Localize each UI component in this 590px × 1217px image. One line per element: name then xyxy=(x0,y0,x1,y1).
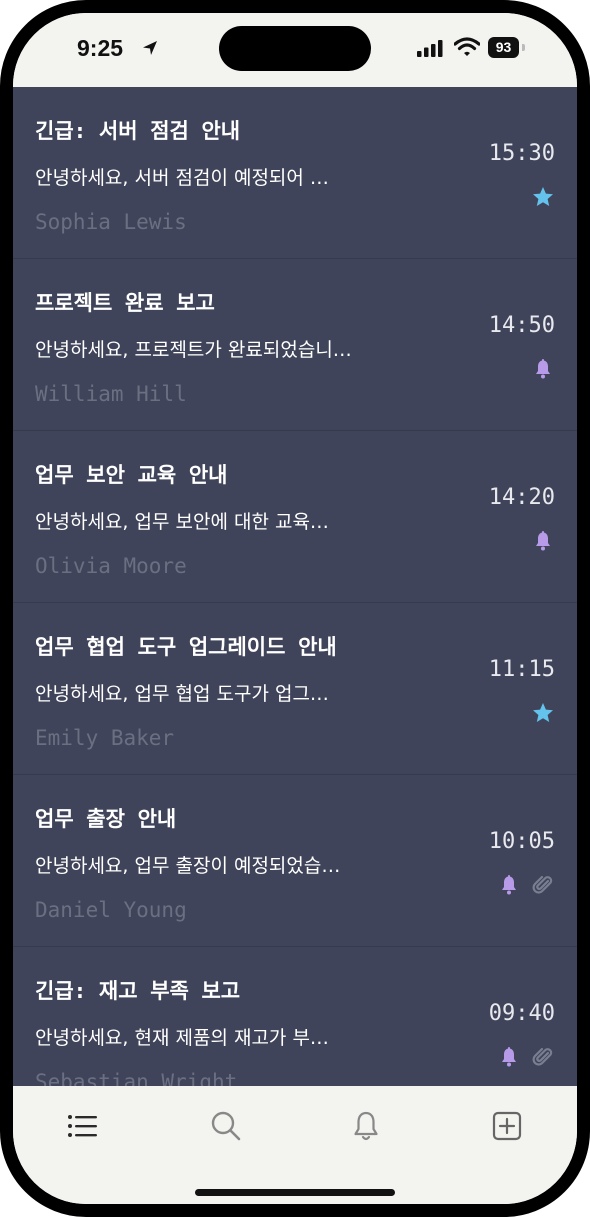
location-arrow-icon xyxy=(143,41,157,55)
tab-bar xyxy=(13,1086,577,1204)
cellular-signal-icon xyxy=(417,40,443,57)
email-subject: 긴급: 재고 부족 보고 xyxy=(35,979,241,1003)
paperclip-icon[interactable] xyxy=(531,1045,555,1069)
email-time: 14:20 xyxy=(488,485,555,510)
status-time: 9:25 xyxy=(77,35,124,61)
wifi-icon xyxy=(454,37,480,56)
email-preview: 안녕하세요, 서버 점검이 예정되어 … xyxy=(35,167,329,189)
email-status-icons xyxy=(497,1045,555,1069)
dynamic-island xyxy=(219,26,371,71)
email-sender: Daniel Young xyxy=(35,898,187,922)
email-row[interactable]: 긴급: 서버 점검 안내 안녕하세요, 서버 점검이 예정되어 … Sophia… xyxy=(13,87,577,259)
email-row[interactable]: 프로젝트 완료 보고 안녕하세요, 프로젝트가 완료되었습니… William … xyxy=(13,259,577,431)
email-status-icons xyxy=(531,701,555,725)
email-subject: 프로젝트 완료 보고 xyxy=(35,291,215,315)
battery-tip xyxy=(522,44,525,51)
bell-icon[interactable] xyxy=(531,529,555,553)
email-subject: 업무 보안 교육 안내 xyxy=(35,463,228,487)
email-sender: William Hill xyxy=(35,382,187,406)
email-row[interactable]: 업무 출장 안내 안녕하세요, 업무 출장이 예정되었습… Daniel You… xyxy=(13,775,577,947)
phone-frame: 9:25 93 긴급: 서버 점검 안내 안녕하세요, 서버 점검이 예정되어 … xyxy=(0,0,590,1217)
email-time: 10:05 xyxy=(488,829,555,854)
bell-icon[interactable] xyxy=(497,873,521,897)
email-subject: 업무 출장 안내 xyxy=(35,807,177,831)
email-subject: 긴급: 서버 점검 안내 xyxy=(35,119,241,143)
battery-indicator: 93 xyxy=(488,37,519,58)
email-time: 11:15 xyxy=(488,657,555,682)
email-sender: Sebastian Wright xyxy=(35,1070,238,1086)
email-subject: 업무 협업 도구 업그레이드 안내 xyxy=(35,635,337,659)
email-preview: 안녕하세요, 업무 보안에 대한 교육… xyxy=(35,511,329,533)
bell-icon[interactable] xyxy=(531,357,555,381)
star-icon[interactable] xyxy=(531,185,555,209)
list-icon[interactable] xyxy=(63,1106,103,1146)
compose-icon[interactable] xyxy=(487,1106,527,1146)
email-preview: 안녕하세요, 업무 출장이 예정되었습… xyxy=(35,855,341,877)
paperclip-icon[interactable] xyxy=(531,873,555,897)
email-preview: 안녕하세요, 현재 제품의 재고가 부… xyxy=(35,1027,329,1049)
email-sender: Olivia Moore xyxy=(35,554,187,578)
email-status-icons xyxy=(531,185,555,209)
home-indicator xyxy=(195,1189,395,1196)
search-icon[interactable] xyxy=(206,1106,246,1146)
bell-icon[interactable] xyxy=(497,1045,521,1069)
email-row[interactable]: 긴급: 재고 부족 보고 안녕하세요, 현재 제품의 재고가 부… Sebast… xyxy=(13,947,577,1086)
email-time: 15:30 xyxy=(488,141,555,166)
email-time: 09:40 xyxy=(488,1001,555,1026)
email-status-icons xyxy=(497,873,555,897)
email-sender: Emily Baker xyxy=(35,726,175,750)
email-sender: Sophia Lewis xyxy=(35,210,187,234)
email-list[interactable]: 긴급: 서버 점검 안내 안녕하세요, 서버 점검이 예정되어 … Sophia… xyxy=(13,87,577,1086)
email-preview: 안녕하세요, 프로젝트가 완료되었습니… xyxy=(35,339,352,361)
bell-icon[interactable] xyxy=(346,1106,386,1146)
email-time: 14:50 xyxy=(488,313,555,338)
email-row[interactable]: 업무 보안 교육 안내 안녕하세요, 업무 보안에 대한 교육… Olivia … xyxy=(13,431,577,603)
email-row[interactable]: 업무 협업 도구 업그레이드 안내 안녕하세요, 업무 협업 도구가 업그… E… xyxy=(13,603,577,775)
status-bar: 9:25 93 xyxy=(13,13,577,87)
star-icon[interactable] xyxy=(531,701,555,725)
email-status-icons xyxy=(531,529,555,553)
email-preview: 안녕하세요, 업무 협업 도구가 업그… xyxy=(35,683,329,705)
email-status-icons xyxy=(531,357,555,381)
